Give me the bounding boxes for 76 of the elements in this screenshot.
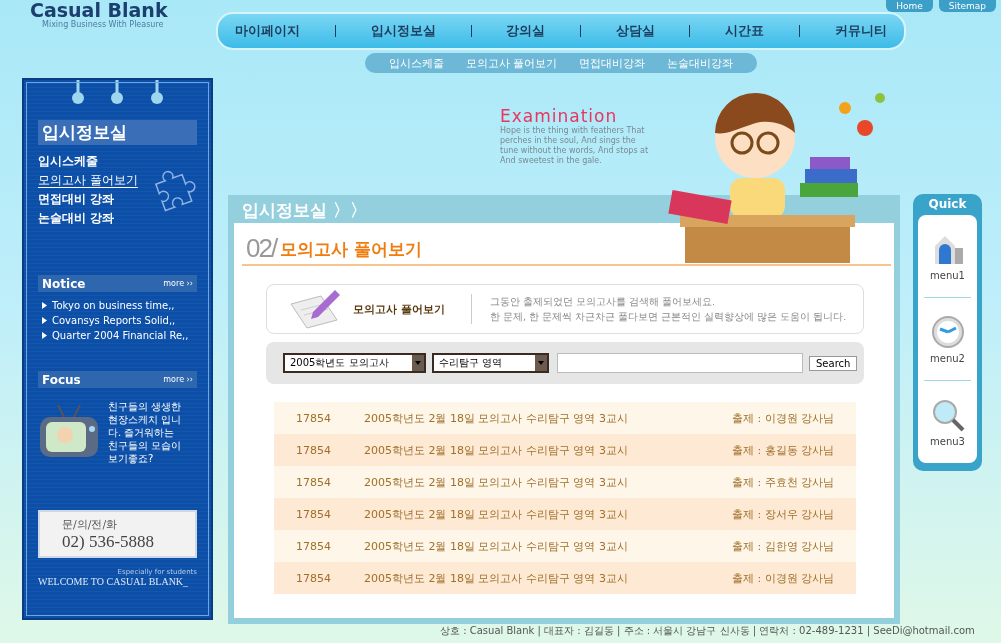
exam-title: 2005학년도 2월 18일 모의고사 수리탐구 영역 3교시 xyxy=(364,538,629,554)
list-row[interactable]: 17854 2005학년도 2월 18일 모의고사 수리탐구 영역 3교시 출제 : 김한영 강사님 xyxy=(274,530,856,562)
ring-icon xyxy=(150,80,165,106)
list-row[interactable]: 17854 2005학년도 2월 18일 모의고사 수리탐구 영역 3교시 출제 : 이경원 강사님 xyxy=(274,562,856,594)
section-heading: 모의고사 풀어보기 xyxy=(280,238,423,261)
exam-author: 출제 : 이경원 강사님 xyxy=(732,410,835,426)
exam-author: 출제 : 홍길동 강사님 xyxy=(732,442,835,458)
quick-menu-item[interactable]: menu3 xyxy=(924,381,971,463)
exam-title: 2005학년도 2월 18일 모의고사 수리탐구 영역 3교시 xyxy=(364,410,629,426)
sidebar-item[interactable]: 면접대비 강좌 xyxy=(38,191,115,208)
intro-text: 한 문제, 한 문제씩 차근차근 풀다보면 근본적인 실력향상에 많은 도움이 됩니다. xyxy=(490,310,847,324)
intro-text: 그동안 출제되었던 모의고사를 검색해 풀어보세요. xyxy=(490,295,717,309)
exam-number: 17854 xyxy=(295,475,332,489)
top-link[interactable]: Sitemap xyxy=(938,0,996,12)
more-link[interactable]: more ›› xyxy=(163,279,193,288)
footer-text: 상호 : Casual Blank | 대표자 : 김길동 | 주소 : 서울시 강남구 신사동 | 연락처 : 02-489-1231 | SeeDi@hotmail.com xyxy=(439,624,976,638)
notice-link[interactable]: Quarter 2004 Financial Re,, xyxy=(52,330,189,341)
focus-title: Focus xyxy=(42,372,81,387)
nav-item[interactable]: 마이페이지 xyxy=(235,22,301,40)
search-field[interactable] xyxy=(557,353,803,373)
exam-title: 2005학년도 2월 18일 모의고사 수리탐구 영역 3교시 xyxy=(364,506,629,522)
exam-title: 2005학년도 2월 18일 모의고사 수리탐구 영역 3교시 xyxy=(364,442,629,458)
nav-item[interactable]: 커뮤니티 xyxy=(834,22,887,40)
quick-title: Quick xyxy=(928,197,967,213)
quick-menu-item[interactable]: menu1 xyxy=(924,215,971,298)
bullet-icon xyxy=(42,332,47,339)
top-link[interactable]: Home xyxy=(886,0,933,12)
intro-title: 모의고사 풀어보기 xyxy=(353,301,446,317)
bullet-icon xyxy=(42,317,47,324)
exam-number: 17854 xyxy=(295,571,332,585)
welcome-text: WELCOME TO CASUAL BLANK_ xyxy=(38,576,189,587)
hero-title: Examination xyxy=(500,106,619,126)
sidebar-item[interactable]: 모의고사 풀어보기 xyxy=(38,172,138,189)
more-link[interactable]: more ›› xyxy=(163,375,193,384)
logo[interactable]: Casual Blank xyxy=(30,0,216,20)
search-icon xyxy=(930,397,965,432)
exam-number: 17854 xyxy=(295,443,332,457)
exam-number: 17854 xyxy=(295,507,332,521)
search-button[interactable]: Search xyxy=(809,355,858,371)
exam-title: 2005학년도 2월 18일 모의고사 수리탐구 영역 3교시 xyxy=(364,570,629,586)
section-number: 02/ xyxy=(246,233,277,264)
exam-author: 출제 : 장서우 강사님 xyxy=(732,506,835,522)
list-row[interactable]: 17854 2005학년도 2월 18일 모의고사 수리탐구 영역 3교시 출제 : 장서우 강사님 xyxy=(274,498,856,530)
tagline: Mixing Business With Pleasure xyxy=(42,20,165,29)
notice-link[interactable]: Tokyo on business time,, xyxy=(52,300,175,311)
ring-icon xyxy=(70,80,85,106)
notice-link[interactable]: Covansys Reports Solid,, xyxy=(52,315,176,326)
focus-text: 친구들의 생생한 현장스케치 입니다. 즐거워하는 친구들의 모습이 보기좋죠? xyxy=(108,400,183,465)
nav-item[interactable]: 입시정보실 xyxy=(370,22,436,40)
list-row[interactable]: 17854 2005학년도 2월 18일 모의고사 수리탐구 영역 3교시 출제 : 이경원 강사님 xyxy=(274,402,856,434)
nav-item[interactable]: 강의실 xyxy=(506,22,546,40)
list-row[interactable]: 17854 2005학년도 2월 18일 모의고사 수리탐구 영역 3교시 출제 : 주효천 강사님 xyxy=(274,466,856,498)
list-row[interactable]: 17854 2005학년도 2월 18일 모의고사 수리탐구 영역 3교시 출제 : 홍길동 강사님 xyxy=(274,434,856,466)
exam-title: 2005학년도 2월 18일 모의고사 수리탐구 영역 3교시 xyxy=(364,474,629,490)
section-title: 입시정보실 〉〉 xyxy=(241,199,368,222)
sidebar-title: 입시정보실 xyxy=(38,120,197,145)
exam-number: 17854 xyxy=(295,411,332,425)
contact-phone: 02) 536-5888 xyxy=(62,531,156,552)
exam-number: 17854 xyxy=(295,539,332,553)
area-dropdown[interactable]: 수리탐구 영역 xyxy=(432,353,549,373)
contact-label: 문/의/전/화 xyxy=(62,516,119,532)
sidebar-item[interactable]: 논술대비 강좌 xyxy=(38,210,115,227)
exam-author: 출제 : 이경원 강사님 xyxy=(732,570,835,586)
exam-author: 출제 : 주효천 강사님 xyxy=(732,474,835,490)
hero-text: Hope is the thing with feathers That perches in the soul, And sings the tune without the words, And stops at And sweetest in the gale. xyxy=(500,126,650,166)
year-dropdown[interactable]: 2005학년도 모의고사 xyxy=(283,353,426,373)
notice-title: Notice xyxy=(42,276,86,291)
quick-menu-item[interactable]: menu2 xyxy=(924,298,971,381)
bullet-icon xyxy=(42,302,47,309)
puzzle-icon xyxy=(153,168,197,212)
ring-icon xyxy=(110,80,125,106)
nav-item[interactable]: 시간표 xyxy=(725,22,765,40)
nav-item[interactable]: 상담실 xyxy=(615,22,655,40)
clock-icon xyxy=(930,314,965,349)
sidebar-item[interactable]: 입시스케줄 xyxy=(38,153,98,170)
exam-author: 출제 : 김한영 강사님 xyxy=(732,538,835,554)
